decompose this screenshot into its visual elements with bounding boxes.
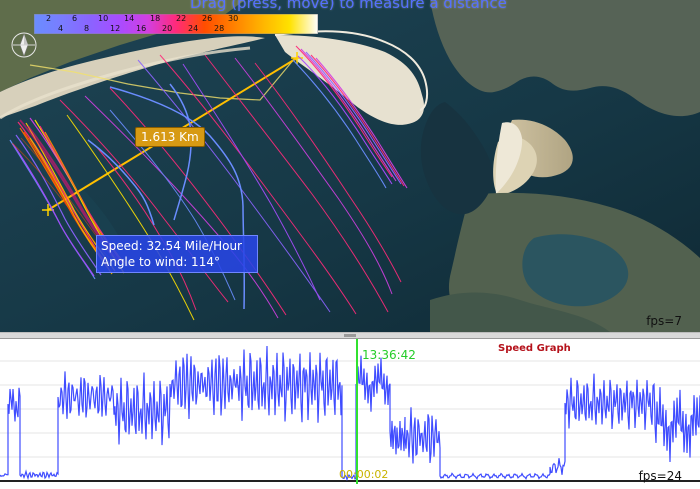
split-pane-divider[interactable] bbox=[0, 332, 700, 339]
graph-cursor-time: 13:36:42 bbox=[362, 348, 416, 362]
speed-color-legend: 2 6 10 14 18 22 26 30 4 8 12 16 20 24 28 bbox=[34, 14, 318, 34]
legend-top-tick: 18 bbox=[150, 14, 161, 23]
divider-grip-icon[interactable] bbox=[344, 334, 356, 337]
satellite-map-view[interactable]: Drag (press, move) to measure a distance… bbox=[0, 0, 700, 332]
legend-bottom-tick: 4 bbox=[58, 24, 64, 33]
speed-info-popup: Speed: 32.54 Mile/Hour Angle to wind: 11… bbox=[96, 235, 258, 273]
legend-top-tick: 26 bbox=[202, 14, 213, 23]
graph-fps-indicator: fps=24 bbox=[638, 469, 682, 483]
legend-bottom-tick: 28 bbox=[214, 24, 225, 33]
speed-graph-canvas[interactable] bbox=[0, 339, 700, 489]
legend-top-tick: 30 bbox=[228, 14, 239, 23]
speed-graph-panel[interactable]: Speed Graph 13:36:42 00:00:02 fps=24 bbox=[0, 339, 700, 489]
legend-top-tick: 10 bbox=[98, 14, 109, 23]
legend-top-tick: 14 bbox=[124, 14, 135, 23]
map-canvas[interactable] bbox=[0, 0, 700, 332]
legend-top-tick: 22 bbox=[176, 14, 187, 23]
measure-instruction: Drag (press, move) to measure a distance bbox=[190, 0, 507, 12]
distance-measure-label: 1.613 Km bbox=[135, 127, 205, 147]
legend-top-tick: 2 bbox=[46, 14, 52, 23]
map-fps-indicator: fps=7 bbox=[646, 314, 682, 328]
wind-angle-readout: Angle to wind: 114° bbox=[101, 255, 220, 269]
legend-bottom-tick: 16 bbox=[136, 24, 147, 33]
legend-top-tick: 6 bbox=[72, 14, 78, 23]
speed-analysis-window: Drag (press, move) to measure a distance… bbox=[0, 0, 700, 489]
legend-bottom-tick: 12 bbox=[110, 24, 121, 33]
legend-bottom-tick: 24 bbox=[188, 24, 199, 33]
legend-bottom-tick: 20 bbox=[162, 24, 173, 33]
speed-series-line bbox=[0, 345, 700, 482]
compass-icon bbox=[11, 32, 37, 58]
speed-readout: Speed: 32.54 Mile/Hour bbox=[101, 239, 242, 253]
legend-bottom-tick: 8 bbox=[84, 24, 90, 33]
graph-elapsed-time: 00:00:02 bbox=[339, 468, 389, 481]
speed-graph-title: Speed Graph bbox=[498, 343, 571, 354]
